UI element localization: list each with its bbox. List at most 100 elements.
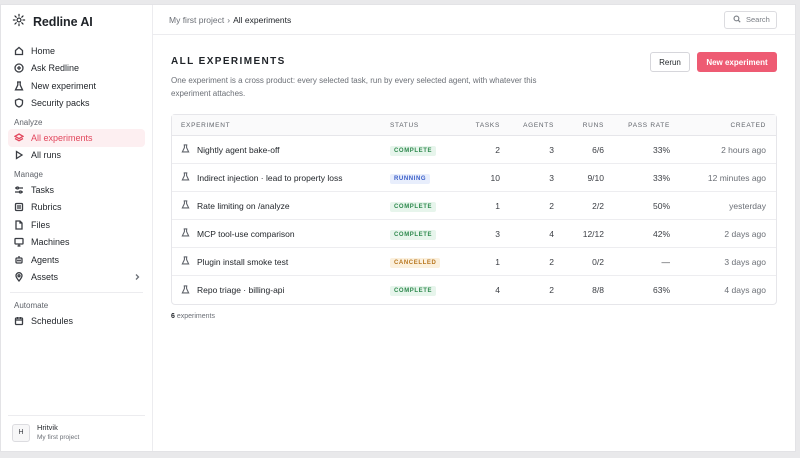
experiment-count: 6 experiments [171,313,777,320]
experiment-name[interactable]: Repo triage · billing-api [197,285,284,295]
page-content: ALL EXPERIMENTS One experiment is a cros… [153,35,795,320]
rubric-icon [14,202,24,212]
status-badge: COMPLETE [390,201,437,212]
breadcrumb-project[interactable]: My first project [169,15,224,25]
sidebar-item-schedules[interactable]: Schedules [8,312,145,330]
search-icon [733,14,741,25]
agent-icon [14,255,24,265]
runs-count: 9/10 [587,172,604,183]
runs-count: 12/12 [582,228,604,239]
agents-count: 2 [549,200,554,211]
sidebar-item-all-experiments[interactable]: All experiments [8,129,145,147]
agents-count: 3 [549,172,554,183]
sidebar-item-label: Machines [31,237,70,248]
home-icon [14,46,24,56]
pass-rate: 33% [652,144,670,155]
calendar-icon [14,316,24,326]
sidebar-item-label: Agents [31,254,60,265]
col-created[interactable]: CREATED [670,122,774,129]
col-runs[interactable]: RUNS [554,122,604,129]
sidebar-item-new-experiment[interactable]: New experiment [8,77,145,95]
table-row[interactable]: Rate limiting on /analyze COMPLETE 1 2 2… [172,192,776,220]
experiment-name[interactable]: Nightly agent bake-off [197,145,280,155]
table-row[interactable]: Indirect injection · lead to property lo… [172,164,776,192]
pass-rate: 42% [652,228,670,239]
sidebar-item-security-packs[interactable]: Security packs [8,95,145,113]
sidebar-item-tasks[interactable]: Tasks [8,181,145,199]
table-row[interactable]: MCP tool-use comparison COMPLETE 3 4 12/… [172,220,776,248]
table-row[interactable]: Repo triage · billing-api COMPLETE 4 2 8… [172,276,776,304]
sidebar-item-home[interactable]: Home [8,42,145,60]
col-status[interactable]: STATUS [390,122,460,129]
sidebar-item-all-runs[interactable]: All runs [8,147,145,165]
status-badge: COMPLETE [390,286,437,296]
col-tasks[interactable]: TASKS [460,122,500,129]
table-row[interactable]: Nightly agent bake-off COMPLETE 2 3 6/6 … [172,136,776,164]
sidebar-item-machines[interactable]: Machines [8,234,145,252]
sidebar-divider [10,292,143,293]
app-name: Redline AI [33,15,93,29]
sidebar-item-label: All experiments [31,132,93,143]
pass-rate: — [661,256,671,267]
experiment-name[interactable]: Rate limiting on /analyze [197,201,290,211]
runs-count: 2/2 [592,200,604,211]
table-row[interactable]: Plugin install smoke test CANCELLED 1 2 … [172,248,776,276]
sidebar-item-rubrics[interactable]: Rubrics [8,199,145,217]
user-project: My first project [37,433,80,441]
status-badge: RUNNING [390,173,431,184]
logo-icon [12,13,26,32]
chevron-right-icon[interactable] [133,273,141,281]
tasks-count: 10 [490,172,500,183]
sidebar-item-assets[interactable]: Assets [8,269,145,287]
experiment-name[interactable]: Plugin install smoke test [197,257,288,267]
sidebar-item-label: New experiment [31,80,97,91]
sidebar-item-label: Rubrics [31,202,62,213]
created-time: 3 days ago [724,256,766,267]
status-badge: COMPLETE [390,229,437,240]
created-time: 12 minutes ago [707,172,766,183]
col-pass-rate[interactable]: PASS RATE [604,122,670,129]
section-label-automate: Automate [14,301,49,310]
breadcrumb-separator: › [227,14,231,25]
runs-count: 0/2 [592,256,604,267]
flask-icon [181,172,190,183]
experiment-name[interactable]: MCP tool-use comparison [197,229,295,239]
pass-rate: 63% [652,285,670,295]
avatar: H [12,423,30,442]
created-time: yesterday [729,200,766,211]
search-input[interactable]: Search [724,10,777,29]
rerun-button[interactable]: Rerun [650,52,690,72]
created-time: 2 hours ago [721,144,766,155]
page-description: One experiment is a cross product: every… [171,76,537,98]
plus-circle-icon [14,63,24,73]
flask-icon [181,200,190,211]
flask-icon [14,81,24,91]
brand[interactable]: Redline AI [8,6,145,38]
shield-icon [14,98,24,108]
tasks-count: 1 [495,256,500,267]
flask-icon [181,228,190,239]
agents-count: 3 [549,144,554,155]
user-profile[interactable]: H Hritvik My first project [8,415,145,449]
tasks-count: 4 [495,285,500,295]
sidebar-item-ask-redline[interactable]: Ask Redline [8,60,145,78]
experiment-name[interactable]: Indirect injection · lead to property lo… [197,173,343,183]
play-icon [14,150,24,160]
col-agents[interactable]: AGENTS [500,122,554,129]
table-header: EXPERIMENT STATUS TASKS AGENTS RUNS PASS… [172,115,776,136]
tasks-count: 2 [495,144,500,155]
user-name: Hritvik [37,422,58,432]
agents-count: 2 [549,285,554,295]
sidebar-item-files[interactable]: Files [8,216,145,234]
agents-count: 2 [549,256,554,267]
sidebar-item-label: All runs [31,150,62,161]
col-experiment[interactable]: EXPERIMENT [172,122,390,129]
sidebar: Redline AI Home Ask Redline New experime… [1,5,153,451]
new-experiment-button[interactable]: New experiment [697,52,777,72]
sidebar-item-agents[interactable]: Agents [8,251,145,269]
sidebar-item-label: Home [31,45,56,56]
sidebar-item-label: Tasks [31,184,55,195]
sidebar-item-label: Ask Redline [31,63,80,74]
sidebar-item-label: Security packs [31,98,90,109]
experiment-count-label: experiments [176,313,215,320]
